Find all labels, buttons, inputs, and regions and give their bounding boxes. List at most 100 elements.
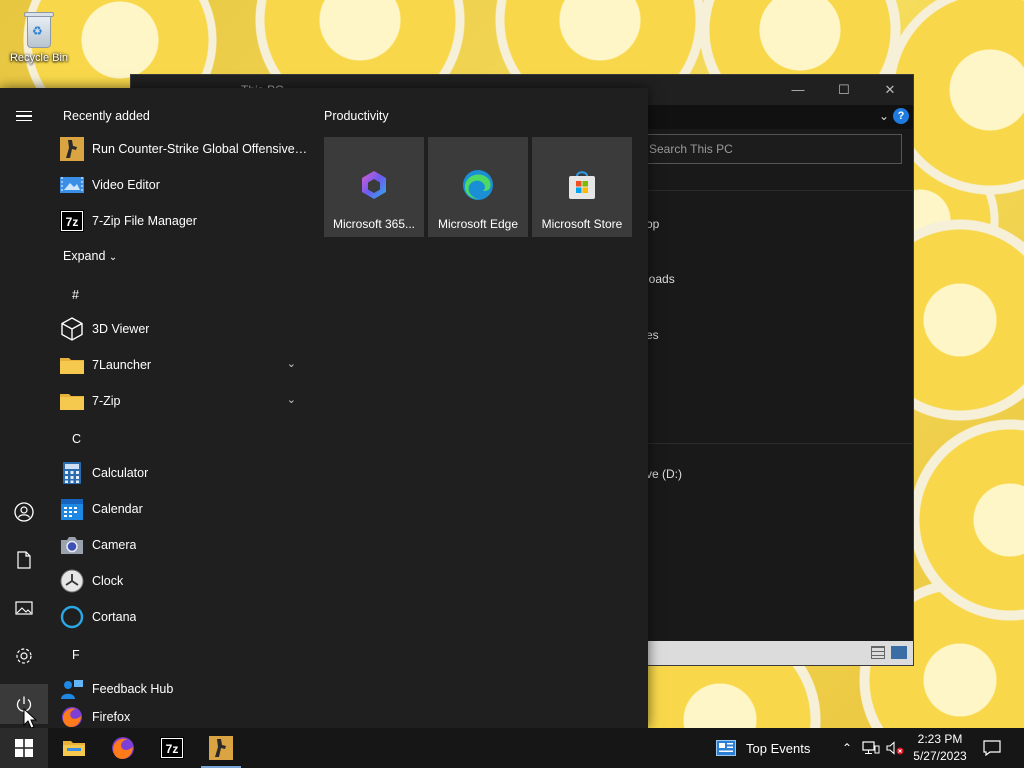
show-hidden-icons-chevron-icon[interactable]: ⌃ bbox=[838, 728, 856, 768]
app-folder-7launcher[interactable]: 7Launcher ⌄ bbox=[60, 348, 308, 382]
explorer-item-drive-d[interactable]: ve (D:) bbox=[646, 467, 682, 481]
start-menu: Recently added Run Counter-Strike Global… bbox=[0, 88, 648, 728]
app-item-cortana[interactable]: Cortana bbox=[60, 600, 308, 634]
letter-header-f[interactable]: F bbox=[72, 648, 80, 662]
app-name: Run Counter-Strike Global Offensive [... bbox=[92, 142, 308, 156]
app-name: 7-Zip bbox=[92, 394, 121, 408]
app-name: Video Editor bbox=[92, 178, 160, 192]
tile-label: Microsoft Store bbox=[541, 217, 623, 231]
calculator-icon bbox=[60, 461, 84, 485]
app-name: Camera bbox=[92, 538, 137, 552]
edge-icon bbox=[462, 169, 494, 201]
camera-icon bbox=[60, 533, 84, 557]
help-icon[interactable]: ? bbox=[893, 108, 909, 124]
app-name: Firefox bbox=[92, 710, 131, 724]
app-item-calculator[interactable]: Calculator bbox=[60, 456, 308, 490]
svg-text:7z: 7z bbox=[166, 742, 179, 756]
firefox-icon bbox=[60, 705, 84, 728]
news-icon bbox=[716, 740, 736, 756]
clock-time: 2:23 PM bbox=[917, 732, 963, 746]
firefox-icon bbox=[112, 737, 134, 759]
app-item-calendar[interactable]: Calendar bbox=[60, 492, 308, 526]
app-name: Cortana bbox=[92, 610, 137, 624]
app-folder-7zip[interactable]: 7-Zip ⌄ bbox=[60, 384, 308, 418]
taskbar-csgo[interactable] bbox=[197, 728, 245, 768]
news-and-interests[interactable]: Top Events bbox=[716, 728, 810, 768]
app-item-video-editor[interactable]: Video Editor bbox=[60, 168, 308, 202]
taskbar-file-explorer[interactable] bbox=[50, 728, 98, 768]
folder-icon bbox=[60, 353, 84, 377]
letter-header-hash[interactable]: # bbox=[72, 288, 79, 302]
user-icon[interactable] bbox=[0, 492, 48, 532]
app-item-csgo[interactable]: Run Counter-Strike Global Offensive [... bbox=[60, 132, 308, 166]
ribbon-expand-chevron-icon[interactable]: ⌄ bbox=[879, 109, 889, 123]
microsoft-365-icon bbox=[358, 169, 390, 201]
windows-logo-icon bbox=[15, 739, 33, 757]
app-name: Calculator bbox=[92, 466, 149, 480]
close-button[interactable]: ✕ bbox=[867, 75, 913, 105]
letter-header-c[interactable]: C bbox=[72, 432, 81, 446]
pictures-icon[interactable] bbox=[0, 588, 48, 628]
clock-date: 5/27/2023 bbox=[913, 749, 967, 763]
app-item-3d-viewer[interactable]: 3D Viewer bbox=[60, 312, 308, 346]
details-view-icon[interactable] bbox=[871, 646, 885, 659]
csgo-icon bbox=[60, 137, 84, 161]
app-item-clock[interactable]: Clock bbox=[60, 564, 308, 598]
tile-label: Microsoft Edge bbox=[437, 217, 519, 231]
taskbar: 7z Top Events ⌃ 2:23 PM 5/27/2023 bbox=[0, 728, 1024, 768]
taskbar-7zip[interactable]: 7z bbox=[148, 728, 196, 768]
app-item-firefox[interactable]: Firefox bbox=[60, 700, 308, 728]
chevron-down-icon[interactable]: ⌄ bbox=[287, 357, 296, 370]
large-icons-view-icon[interactable] bbox=[891, 646, 907, 659]
settings-icon[interactable] bbox=[0, 636, 48, 676]
app-name: Feedback Hub bbox=[92, 682, 174, 696]
store-icon bbox=[566, 169, 598, 201]
file-explorer-icon bbox=[63, 741, 85, 756]
start-button[interactable] bbox=[0, 728, 48, 768]
recently-added-heading: Recently added bbox=[63, 109, 150, 123]
expand-button[interactable]: Expand ⌄ bbox=[63, 249, 117, 263]
csgo-icon bbox=[209, 736, 233, 760]
app-item-camera[interactable]: Camera bbox=[60, 528, 308, 562]
document-icon[interactable] bbox=[0, 540, 48, 580]
calendar-icon bbox=[60, 497, 84, 521]
video-editor-icon bbox=[60, 173, 84, 197]
start-app-list[interactable]: Recently added Run Counter-Strike Global… bbox=[48, 88, 310, 728]
taskbar-clock[interactable]: 2:23 PM 5/27/2023 bbox=[906, 731, 974, 765]
cortana-icon bbox=[60, 605, 84, 629]
tile-microsoft-365[interactable]: Microsoft 365... bbox=[324, 137, 424, 237]
news-label: Top Events bbox=[746, 740, 811, 756]
maximize-button[interactable]: ☐ bbox=[821, 75, 867, 105]
tile-microsoft-store[interactable]: Microsoft Store bbox=[532, 137, 632, 237]
explorer-item-desktop[interactable]: op bbox=[646, 217, 659, 231]
7zip-icon: 7z bbox=[60, 209, 84, 233]
network-icon[interactable] bbox=[860, 728, 882, 768]
clock-icon bbox=[60, 569, 84, 593]
chevron-down-icon[interactable]: ⌄ bbox=[287, 393, 296, 406]
app-name: Calendar bbox=[92, 502, 143, 516]
chevron-down-icon: ⌄ bbox=[108, 252, 118, 263]
volume-muted-icon[interactable] bbox=[884, 728, 906, 768]
app-name: 7Launcher bbox=[92, 358, 152, 372]
tiles-group-label[interactable]: Productivity bbox=[324, 109, 389, 123]
minimize-button[interactable]: — bbox=[775, 75, 821, 105]
action-center-icon[interactable] bbox=[978, 728, 1006, 768]
app-name: 7-Zip File Manager bbox=[92, 214, 197, 228]
desktop-icon-recycle-bin[interactable]: ♻ Recycle Bin bbox=[6, 6, 72, 64]
feedback-hub-icon bbox=[60, 677, 84, 701]
explorer-divider bbox=[646, 190, 914, 191]
start-rail bbox=[0, 88, 48, 728]
menu-icon[interactable] bbox=[0, 96, 48, 136]
expand-label: Expand bbox=[63, 249, 106, 263]
explorer-item-downloads[interactable]: loads bbox=[646, 272, 675, 286]
taskbar-firefox[interactable] bbox=[99, 728, 147, 768]
desktop-icon-label: Recycle Bin bbox=[9, 52, 69, 64]
svg-text:7z: 7z bbox=[66, 215, 79, 229]
app-item-7zip-file-manager[interactable]: 7z 7-Zip File Manager bbox=[60, 204, 308, 238]
explorer-divider bbox=[646, 443, 914, 444]
app-name: 3D Viewer bbox=[92, 322, 150, 336]
explorer-search-input[interactable]: Search This PC bbox=[636, 134, 902, 164]
tile-label: Microsoft 365... bbox=[332, 217, 416, 231]
7zip-icon: 7z bbox=[160, 737, 184, 759]
tile-microsoft-edge[interactable]: Microsoft Edge bbox=[428, 137, 528, 237]
